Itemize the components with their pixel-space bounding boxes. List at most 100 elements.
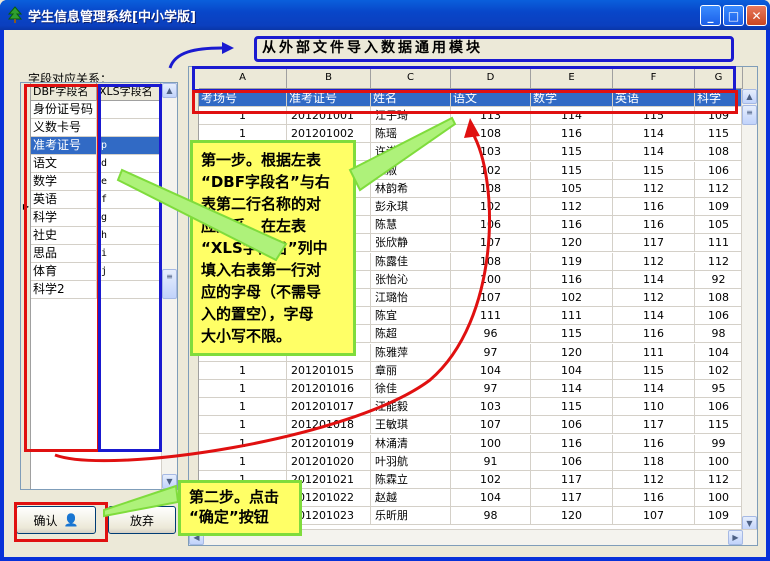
grid-cell[interactable]: 王敏琪 (371, 416, 451, 435)
grid-cell[interactable]: 116 (613, 216, 695, 235)
grid-cell[interactable]: 103 (451, 143, 531, 162)
grid-cell[interactable]: 108 (695, 289, 743, 307)
grid-cell[interactable]: 118 (613, 452, 695, 471)
grid-cell[interactable]: 120 (531, 507, 613, 526)
grid-cell[interactable]: 赵越 (371, 489, 451, 508)
grid-cell[interactable]: 111 (451, 307, 531, 326)
grid-cell[interactable]: 117 (613, 416, 695, 435)
grid-cell[interactable]: 张怡沁 (371, 270, 451, 289)
grid-cell[interactable]: 112 (613, 289, 695, 307)
grid-cell[interactable]: 201201018 (287, 416, 371, 435)
grid-cell[interactable]: 95 (695, 380, 743, 398)
grid-cell[interactable]: 98 (451, 507, 531, 526)
grid-cell[interactable]: 111 (613, 343, 695, 362)
grid-cell[interactable]: 201201019 (287, 434, 371, 453)
grid-cell[interactable]: 叶羽航 (371, 452, 451, 471)
grid-cell[interactable]: 115 (531, 161, 613, 180)
grid-cell[interactable]: 林韵希 (371, 179, 451, 198)
grid-cell[interactable]: 1 (199, 452, 287, 471)
grid-cell[interactable]: 105 (695, 216, 743, 235)
grid-cell[interactable]: 114 (613, 125, 695, 144)
grid-cell[interactable]: 张欣静 (371, 234, 451, 253)
grid-cell[interactable]: 97 (451, 380, 531, 398)
table-row[interactable]: 1 201201018 王敏琪 107 106 117 115 (189, 416, 757, 435)
grid-cell[interactable]: 112 (613, 471, 695, 489)
grid-cell[interactable]: 江璐怡 (371, 289, 451, 307)
grid-cell[interactable]: 117 (531, 489, 613, 508)
scroll-down-icon[interactable]: ▼ (162, 474, 177, 489)
grid-cell[interactable]: 陈慧 (371, 216, 451, 235)
grid-scroll-thumb[interactable]: ≡ (742, 105, 757, 125)
grid-cell[interactable]: 107 (613, 507, 695, 526)
grid-cell[interactable]: 103 (451, 398, 531, 417)
grid-cell[interactable]: 徐佳 (371, 380, 451, 398)
grid-cell[interactable]: 104 (451, 361, 531, 380)
cancel-button[interactable]: 放弃 (108, 506, 176, 534)
grid-cell[interactable]: 114 (531, 380, 613, 398)
table-row[interactable]: 1 201201017 江能毅 103 115 110 106 (189, 398, 757, 417)
grid-scroll-up-icon[interactable]: ▲ (742, 89, 757, 104)
grid-scroll-right-icon[interactable]: ▶ (728, 530, 743, 545)
scroll-thumb[interactable]: ≡ (162, 269, 177, 299)
grid-cell[interactable]: 115 (613, 161, 695, 180)
grid-cell[interactable]: 江能毅 (371, 398, 451, 417)
grid-cell[interactable]: 116 (613, 198, 695, 216)
grid-cell[interactable]: 102 (695, 361, 743, 380)
minimize-button[interactable]: _ (700, 5, 721, 26)
grid-cell[interactable]: 陈露佳 (371, 252, 451, 271)
grid-cell[interactable]: 102 (451, 471, 531, 489)
grid-cell[interactable]: 201201017 (287, 398, 371, 417)
table-row[interactable]: 1 201201015 章丽 104 104 115 102 (189, 361, 757, 380)
grid-cell[interactable]: 112 (531, 198, 613, 216)
grid-cell[interactable]: 1 (199, 416, 287, 435)
grid-cell[interactable]: 1 (199, 434, 287, 453)
grid-cell[interactable]: 107 (451, 289, 531, 307)
field-map-scrollbar[interactable]: ▲ ≡ ▼ (161, 83, 177, 489)
grid-cell[interactable]: 116 (613, 434, 695, 453)
grid-cell[interactable]: 201201016 (287, 380, 371, 398)
table-row[interactable]: 1 201201016 徐佳 97 114 114 95 (189, 380, 757, 398)
grid-cell[interactable]: 100 (695, 489, 743, 508)
grid-cell[interactable]: 陈超 (371, 325, 451, 344)
grid-cell[interactable]: 102 (451, 198, 531, 216)
grid-cell[interactable]: 117 (531, 471, 613, 489)
grid-cell[interactable]: 102 (531, 289, 613, 307)
grid-cell[interactable]: 110 (613, 398, 695, 417)
grid-cell[interactable]: 107 (451, 416, 531, 435)
grid-cell[interactable]: 98 (695, 325, 743, 344)
grid-cell[interactable]: 112 (695, 179, 743, 198)
grid-cell[interactable]: 97 (451, 343, 531, 362)
grid-cell[interactable]: 116 (531, 270, 613, 289)
grid-cell[interactable]: 106 (451, 216, 531, 235)
grid-cell[interactable]: 116 (531, 434, 613, 453)
grid-cell[interactable]: 106 (531, 452, 613, 471)
grid-cell[interactable]: 104 (695, 343, 743, 362)
grid-cell[interactable]: 109 (695, 507, 743, 526)
grid-cell[interactable]: 112 (695, 471, 743, 489)
grid-cell[interactable]: 96 (451, 325, 531, 344)
grid-cell[interactable]: 1 (199, 380, 287, 398)
grid-cell[interactable]: 201201020 (287, 452, 371, 471)
grid-cell[interactable]: 陈雅萍 (371, 343, 451, 362)
grid-cell[interactable]: 乐昕朋 (371, 507, 451, 526)
grid-cell[interactable]: 100 (451, 270, 531, 289)
grid-cell[interactable]: 114 (613, 380, 695, 398)
scroll-up-icon[interactable]: ▲ (162, 83, 177, 98)
grid-cell[interactable]: 112 (613, 252, 695, 271)
grid-cell[interactable]: 120 (531, 343, 613, 362)
grid-cell[interactable]: 116 (613, 489, 695, 508)
grid-cell[interactable]: 104 (531, 361, 613, 380)
grid-cell[interactable]: 120 (531, 234, 613, 253)
grid-cell[interactable]: 105 (531, 179, 613, 198)
grid-cell[interactable]: 陈宜 (371, 307, 451, 326)
grid-cell[interactable]: 107 (451, 234, 531, 253)
grid-cell[interactable]: 115 (531, 325, 613, 344)
grid-cell[interactable]: 112 (695, 252, 743, 271)
grid-cell[interactable]: 100 (695, 452, 743, 471)
grid-cell[interactable]: 117 (613, 234, 695, 253)
table-row[interactable]: 1 201201020 叶羽航 91 106 118 100 (189, 452, 757, 471)
grid-cell[interactable]: 陈霖立 (371, 471, 451, 489)
grid-cell[interactable]: 115 (695, 416, 743, 435)
grid-cell[interactable]: 林涌清 (371, 434, 451, 453)
grid-cell[interactable]: 106 (695, 307, 743, 326)
